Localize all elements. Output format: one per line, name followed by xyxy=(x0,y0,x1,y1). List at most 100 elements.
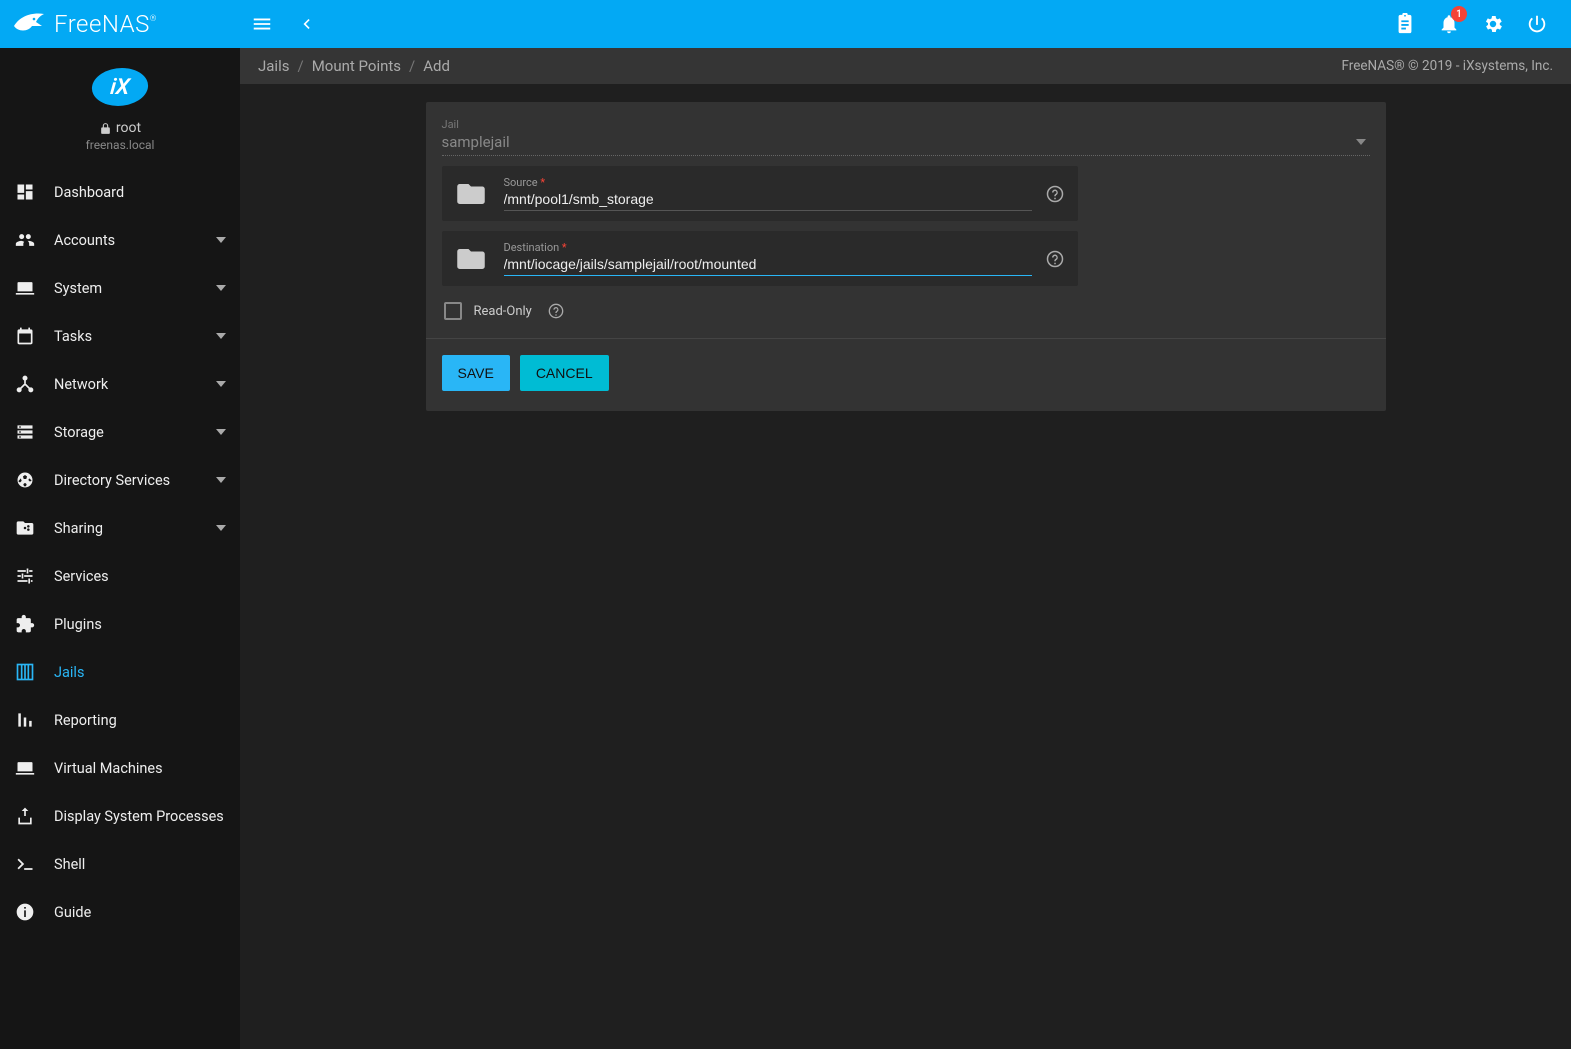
jail-icon xyxy=(14,661,36,683)
sidebar-item-label: Tasks xyxy=(54,328,216,345)
folder-icon[interactable] xyxy=(456,246,486,272)
source-input[interactable] xyxy=(504,189,1032,211)
sidebar-item-label: Network xyxy=(54,376,216,393)
extension-icon xyxy=(14,613,36,635)
help-icon[interactable] xyxy=(548,303,564,319)
button-row: SAVE CANCEL xyxy=(442,339,1370,407)
folder-icon[interactable] xyxy=(456,181,486,207)
sidebar-item-label: Services xyxy=(54,568,226,585)
hostname: freenas.local xyxy=(86,138,155,152)
settings-button[interactable] xyxy=(1471,2,1515,46)
menu-icon xyxy=(251,13,273,35)
share-folder-icon xyxy=(14,517,36,539)
menu-button[interactable] xyxy=(240,2,284,46)
notifications-button[interactable]: 1 xyxy=(1427,2,1471,46)
sidebar-item-dashboard[interactable]: Dashboard xyxy=(0,168,240,216)
terminal-icon xyxy=(14,853,36,875)
hub-icon xyxy=(14,373,36,395)
sidebar-item-label: Display System Processes xyxy=(54,808,226,825)
topbar-left xyxy=(240,2,328,46)
clipboard-icon xyxy=(1394,13,1416,35)
sidebar-item-reporting[interactable]: Reporting xyxy=(0,696,240,744)
copyright: FreeNAS® © 2019 - iXsystems, Inc. xyxy=(1341,58,1553,74)
sidebar-item-label: System xyxy=(54,280,216,297)
sidebar-item-shell[interactable]: Shell xyxy=(0,840,240,888)
sidebar-item-label: Plugins xyxy=(54,616,226,633)
destination-label: Destination xyxy=(504,241,560,254)
tune-icon xyxy=(14,565,36,587)
topbar-right: 1 xyxy=(1383,2,1571,46)
content: Jails / Mount Points / Add FreeNAS® © 20… xyxy=(240,48,1571,1049)
info-icon xyxy=(14,901,36,923)
sidebar-item-jails[interactable]: Jails xyxy=(0,648,240,696)
chevron-down-icon xyxy=(216,285,226,291)
sidebar-item-sharing[interactable]: Sharing xyxy=(0,504,240,552)
brand-area: FreeNAS® xyxy=(0,10,240,38)
sidebar-item-display-system-processes[interactable]: Display System Processes xyxy=(0,792,240,840)
group-icon xyxy=(14,229,36,251)
form-card: Jail samplejail Source * xyxy=(426,102,1386,411)
sidebar-item-tasks[interactable]: Tasks xyxy=(0,312,240,360)
sidebar-item-label: Jails xyxy=(54,664,226,681)
chevron-down-icon xyxy=(216,525,226,531)
help-icon[interactable] xyxy=(1046,185,1064,203)
sidebar-item-guide[interactable]: Guide xyxy=(0,888,240,936)
readonly-checkbox[interactable] xyxy=(444,302,462,320)
breadcrumb-mountpoints[interactable]: Mount Points xyxy=(312,57,401,75)
sidebar-item-network[interactable]: Network xyxy=(0,360,240,408)
sidebar-item-system[interactable]: System xyxy=(0,264,240,312)
dashboard-icon xyxy=(14,181,36,203)
sidebar-item-label: Dashboard xyxy=(54,184,226,201)
laptop-icon xyxy=(14,757,36,779)
chevron-left-icon xyxy=(296,14,316,34)
breadcrumb: Jails / Mount Points / Add FreeNAS® © 20… xyxy=(240,48,1571,84)
soccer-icon xyxy=(14,469,36,491)
topbar: FreeNAS® 1 xyxy=(0,0,1571,48)
breadcrumb-sep: / xyxy=(409,57,415,75)
chevron-down-icon xyxy=(216,477,226,483)
sidebar: iX root freenas.local Dashboard Accounts S… xyxy=(0,48,240,1049)
brand-text: FreeNAS® xyxy=(54,10,157,38)
chevron-down-icon xyxy=(216,333,226,339)
cancel-button[interactable]: CANCEL xyxy=(520,355,609,391)
breadcrumb-sep: / xyxy=(297,57,303,75)
sidebar-item-label: Guide xyxy=(54,904,226,921)
calendar-icon xyxy=(14,325,36,347)
username: root xyxy=(116,120,141,136)
sidebar-item-services[interactable]: Services xyxy=(0,552,240,600)
source-label: Source xyxy=(504,176,538,189)
sidebar-item-label: Directory Services xyxy=(54,472,216,489)
sidebar-item-accounts[interactable]: Accounts xyxy=(0,216,240,264)
sidebar-item-label: Accounts xyxy=(54,232,216,249)
laptop-icon xyxy=(14,277,36,299)
sidebar-item-directory-services[interactable]: Directory Services xyxy=(0,456,240,504)
chevron-down-icon xyxy=(216,237,226,243)
notification-badge: 1 xyxy=(1451,6,1467,22)
destination-input[interactable] xyxy=(504,254,1032,276)
breadcrumb-add: Add xyxy=(423,57,450,75)
back-button[interactable] xyxy=(284,2,328,46)
dropdown-icon xyxy=(1356,139,1366,145)
sidebar-item-label: Shell xyxy=(54,856,226,873)
sidebar-item-plugins[interactable]: Plugins xyxy=(0,600,240,648)
power-icon xyxy=(1526,13,1548,35)
sidebar-item-storage[interactable]: Storage xyxy=(0,408,240,456)
jail-field[interactable]: Jail samplejail xyxy=(442,118,1370,156)
sidebar-item-label: Storage xyxy=(54,424,216,441)
readonly-row: Read-Only xyxy=(442,296,1370,338)
readonly-label: Read-Only xyxy=(474,304,532,319)
lock-icon xyxy=(99,122,112,135)
launch-icon xyxy=(14,805,36,827)
destination-row: Destination * xyxy=(442,231,1078,286)
shark-icon xyxy=(12,10,48,38)
sidebar-item-virtual-machines[interactable]: Virtual Machines xyxy=(0,744,240,792)
storage-icon xyxy=(14,421,36,443)
save-button[interactable]: SAVE xyxy=(442,355,510,391)
sidebar-header: iX root freenas.local xyxy=(0,48,240,168)
help-icon[interactable] xyxy=(1046,250,1064,268)
clipboard-button[interactable] xyxy=(1383,2,1427,46)
user-line: root xyxy=(99,120,141,136)
power-button[interactable] xyxy=(1515,2,1559,46)
breadcrumb-jails[interactable]: Jails xyxy=(258,57,289,75)
sidebar-item-label: Reporting xyxy=(54,712,226,729)
